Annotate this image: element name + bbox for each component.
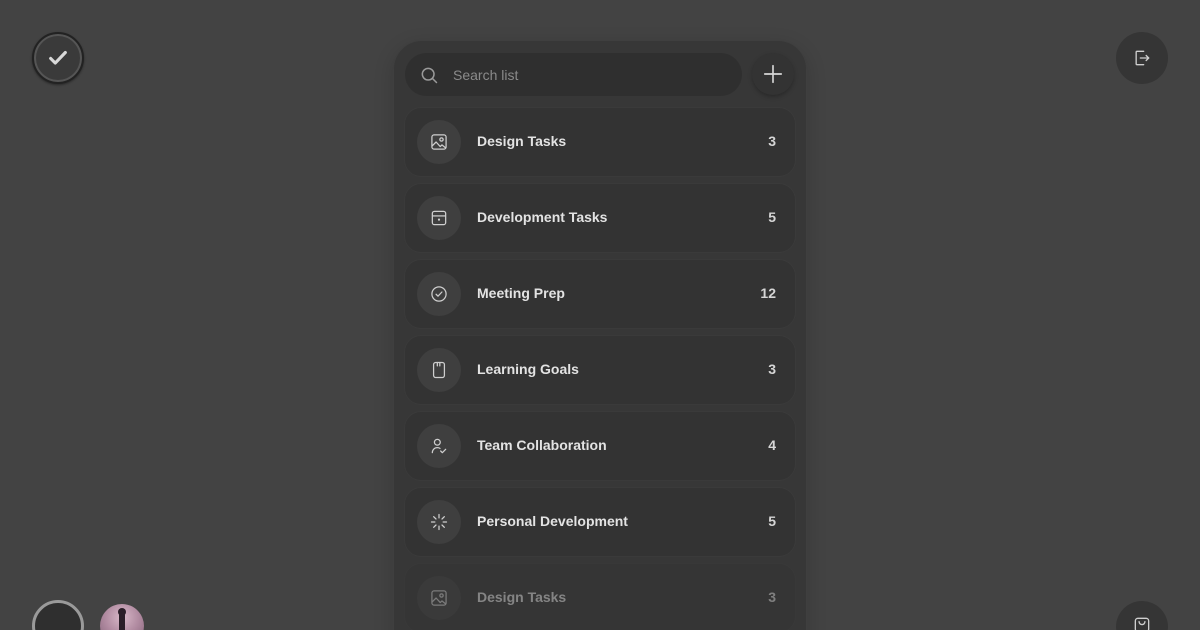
plus-icon xyxy=(763,64,783,84)
list-item-label: Personal Development xyxy=(477,513,628,529)
list-item-label: Design Tasks xyxy=(477,133,567,149)
list-item[interactable]: Learning Goals 3 xyxy=(405,336,795,404)
list-item-count: 12 xyxy=(760,285,776,301)
shopping-bag-icon xyxy=(1134,617,1150,630)
list-item-count: 3 xyxy=(768,133,776,149)
list-item[interactable]: Design Tasks 3 xyxy=(405,564,795,630)
search-input[interactable] xyxy=(453,66,723,83)
list-item[interactable]: Design Tasks 3 xyxy=(405,108,795,176)
list-item[interactable]: Meeting Prep 12 xyxy=(405,260,795,328)
bag-button[interactable] xyxy=(1116,601,1168,630)
list-item-icon-wrap xyxy=(417,120,461,164)
list-item-label: Development Tasks xyxy=(477,209,608,225)
list-item-count: 5 xyxy=(768,209,776,225)
checkmark-icon xyxy=(49,50,67,65)
check-circle-icon xyxy=(431,286,447,302)
search-icon xyxy=(421,67,438,83)
app-logo[interactable] xyxy=(32,32,84,84)
avatar[interactable] xyxy=(100,604,144,630)
list-item-count: 5 xyxy=(768,513,776,529)
lists-panel: Design Tasks 3 Development Tasks 5 xyxy=(394,41,806,630)
image-icon xyxy=(431,134,447,150)
avatar-figure xyxy=(118,608,126,630)
list-item-icon-wrap xyxy=(417,500,461,544)
list-item-icon-wrap xyxy=(417,196,461,240)
image-icon xyxy=(431,590,447,606)
list-item-label: Design Tasks xyxy=(477,589,567,605)
list-item-icon-wrap xyxy=(417,576,461,620)
list-item-count: 3 xyxy=(768,361,776,377)
list-item-icon-wrap xyxy=(417,348,461,392)
list-item-count: 4 xyxy=(768,437,776,453)
add-list-button[interactable] xyxy=(752,53,794,95)
loader-icon xyxy=(430,513,448,531)
archive-icon xyxy=(431,210,447,226)
logout-button[interactable] xyxy=(1116,32,1168,84)
list-item-icon-wrap xyxy=(417,424,461,468)
list-item-count: 3 xyxy=(768,589,776,605)
list-item-label: Meeting Prep xyxy=(477,285,565,301)
sd-card-icon xyxy=(432,361,446,379)
list-item-label: Team Collaboration xyxy=(477,437,607,453)
list-item-label: Learning Goals xyxy=(477,361,579,377)
logout-icon xyxy=(1135,50,1150,66)
list-item-icon-wrap xyxy=(417,272,461,316)
list-item[interactable]: Team Collaboration 4 xyxy=(405,412,795,480)
search-bar xyxy=(405,53,742,96)
user-check-icon xyxy=(431,438,447,454)
app-root: Design Tasks 3 Development Tasks 5 xyxy=(0,0,1200,630)
status-ring[interactable] xyxy=(32,600,84,630)
list-item[interactable]: Development Tasks 5 xyxy=(405,184,795,252)
list-item[interactable]: Personal Development 5 xyxy=(405,488,795,556)
